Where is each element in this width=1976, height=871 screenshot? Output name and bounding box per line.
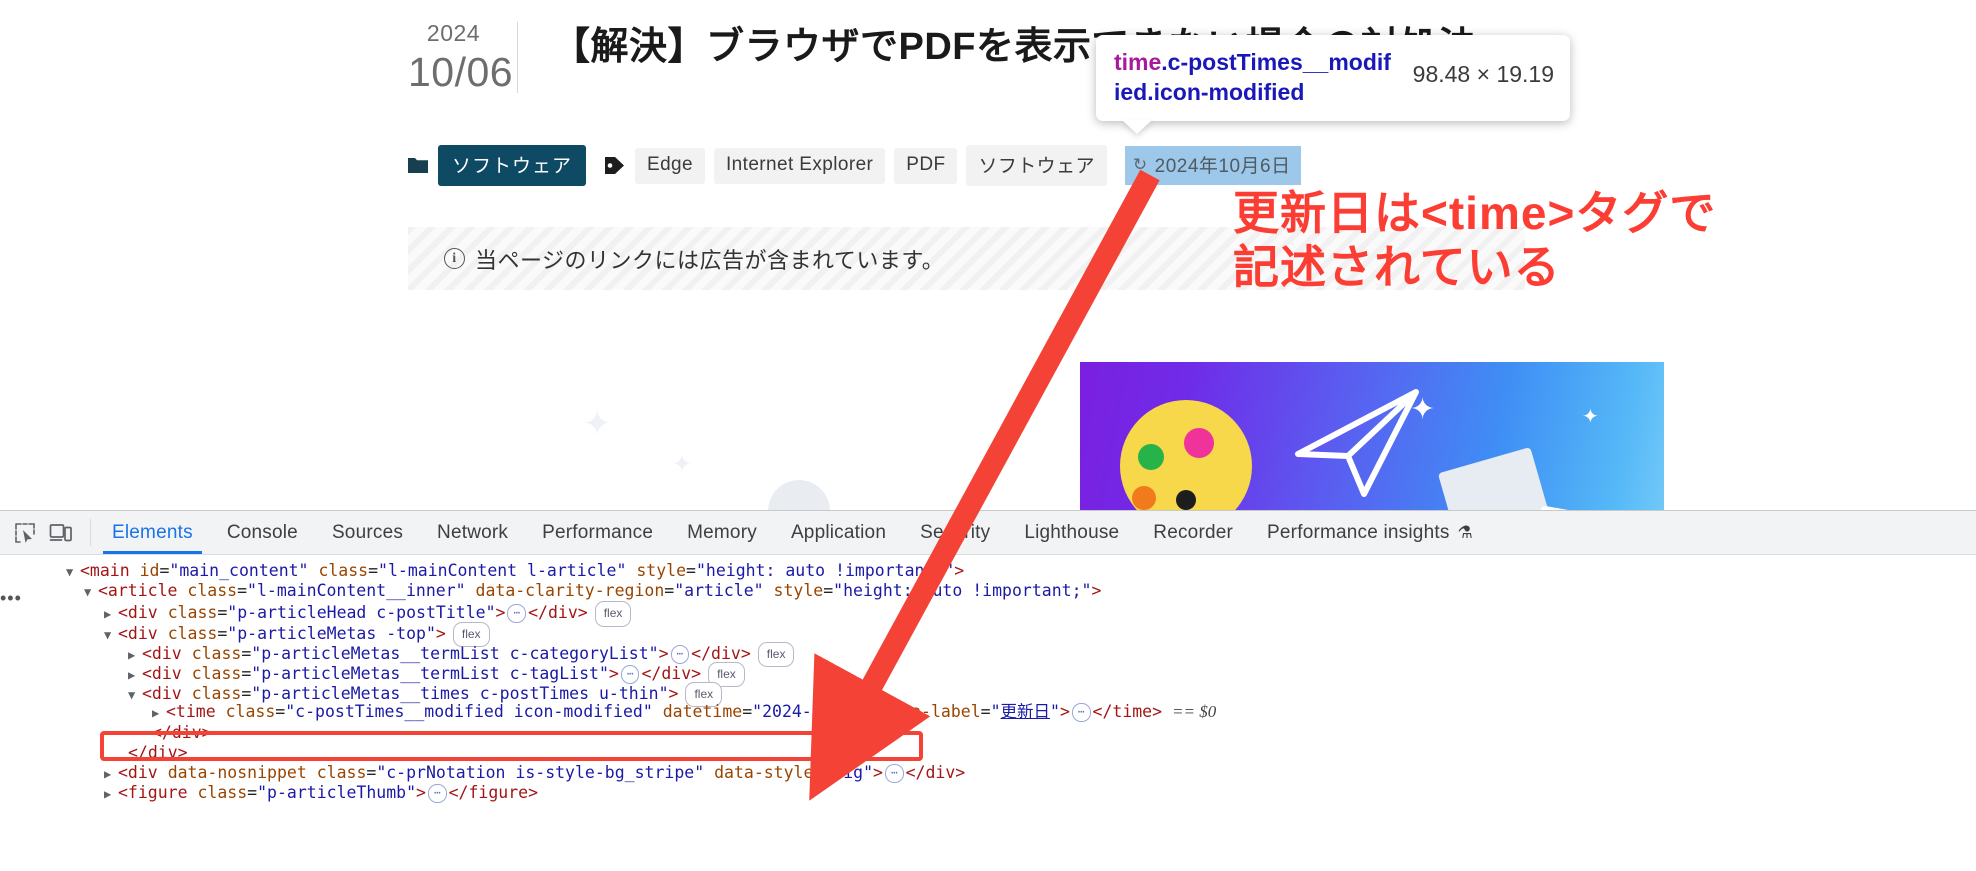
twisty-closed-icon[interactable] (104, 764, 118, 784)
date-monthday: 10/06 (408, 49, 514, 95)
category-chip[interactable]: ソフトウェア (438, 145, 587, 186)
dom-tree: <main id="main_content" class="l-mainCon… (0, 555, 1976, 804)
dom-line-figure[interactable]: <figure class="p-articleThumb">⋯</figure… (52, 783, 1976, 804)
dom-line-metas-top[interactable]: <div class="p-articleMetas -top">flex (52, 621, 1976, 647)
tag-chip-3[interactable]: ソフトウェア (966, 145, 1107, 186)
article-date: 2024 10/06 (408, 22, 518, 93)
pr-notation-text-wrap: i 当ページのリンクには広告が含まれています。 (444, 243, 944, 275)
dom-line-posttimes[interactable]: <div class="p-articleMetas__times c-post… (52, 682, 1976, 708)
tab-elements[interactable]: Elements (95, 511, 210, 554)
inspector-selector: time.c-postTimes__modified.icon-modified (1114, 47, 1395, 108)
folder-icon (408, 157, 428, 174)
devtools-tab-bar: Elements Console Sources Network Perform… (95, 511, 1490, 554)
tab-network[interactable]: Network (420, 511, 525, 554)
dom-line-article[interactable]: <article class="l-mainContent__inner" da… (52, 581, 1976, 601)
annotation-line-1: 更新日は<time>タグで (1233, 187, 1717, 239)
tab-application[interactable]: Application (774, 511, 903, 554)
dom-line-close-div-2[interactable]: </div> (52, 743, 1976, 763)
devtools-tool-buttons (0, 511, 86, 554)
dom-line-prnotation[interactable]: <div data-nosnippet class="c-prNotation … (52, 763, 1976, 783)
thumbnail-artwork: ✦ ✦ (1080, 362, 1664, 510)
info-icon: i (444, 248, 465, 269)
tag-chip-2[interactable]: PDF (894, 147, 958, 184)
twisty-closed-icon[interactable] (152, 703, 166, 723)
twisty-open-icon[interactable] (84, 582, 98, 602)
device-toolbar-icon[interactable] (46, 518, 76, 548)
paper-plane-icon (1295, 389, 1419, 497)
tab-performance-insights[interactable]: Performance insights ⚗ (1250, 511, 1490, 554)
dom-line-close-div-1[interactable]: </div> (52, 723, 1976, 743)
dom-line-taglist[interactable]: <div class="p-articleMetas__termList c-t… (52, 661, 1976, 688)
toolbar-divider (90, 519, 91, 546)
inspector-tag-name: time (1114, 49, 1162, 75)
modified-date-text: 2024年10月6日 (1154, 156, 1291, 177)
dom-attr-name: id (139, 561, 160, 580)
tag-icon (604, 156, 625, 175)
modified-time-highlighted[interactable]: ↻ 2024年10月6日 (1124, 146, 1301, 185)
dom-line-articlehead[interactable]: <div class="p-articleHead c-postTitle">⋯… (52, 601, 1976, 627)
tag-chip-0[interactable]: Edge (635, 147, 705, 184)
dom-tag: <main (80, 561, 130, 580)
selected-node-marker: == $0 (1172, 702, 1217, 722)
aria-label-value: 更新日 (1000, 702, 1051, 722)
tab-performance-insights-label: Performance insights (1267, 521, 1450, 543)
annotation-line-2: 記述されている (1233, 241, 1561, 294)
tab-recorder[interactable]: Recorder (1136, 511, 1250, 554)
ellipsis-icon[interactable]: ⋯ (620, 664, 640, 684)
article-thumbnail: ✦ ✦ ✦ ✦ (408, 362, 1928, 510)
ellipsis-icon[interactable]: ⋯ (507, 604, 527, 624)
tab-console[interactable]: Console (210, 511, 315, 554)
devtools-toolbar: Elements Console Sources Network Perform… (0, 511, 1976, 555)
flask-icon: ⚗ (1457, 522, 1473, 542)
twisty-open-icon[interactable] (66, 562, 80, 582)
tooltip-pointer (1122, 119, 1152, 134)
twisty-closed-icon[interactable] (104, 784, 118, 804)
inspect-element-icon[interactable] (10, 518, 40, 548)
dom-attr-value: "main_content" (169, 561, 309, 580)
tab-security[interactable]: Security (903, 511, 1007, 554)
dom-line-categorylist[interactable]: <div class="p-articleMetas__termList c-c… (52, 641, 1976, 667)
ellipsis-icon[interactable]: ⋯ (670, 644, 690, 664)
tab-sources[interactable]: Sources (315, 511, 420, 554)
dom-line-time-selected[interactable]: <time class="c-postTimes__modified icon-… (52, 702, 1976, 723)
tag-chip-1[interactable]: Internet Explorer (714, 147, 886, 184)
inspector-tooltip: time.c-postTimes__modified.icon-modified… (1096, 35, 1570, 134)
ellipsis-icon[interactable]: ⋯ (427, 784, 447, 804)
dom-line-main[interactable]: <main id="main_content" class="l-mainCon… (52, 561, 1976, 581)
devtools-panel: Elements Console Sources Network Perform… (0, 510, 1976, 871)
article-metas-row: ソフトウェア Edge Internet Explorer PDF ソフトウェア… (408, 145, 1301, 186)
dom-gutter-more-icon[interactable]: ••• (0, 588, 22, 609)
annotation-text: 更新日は<time>タグで 記述されている (1233, 186, 1716, 295)
tab-memory[interactable]: Memory (670, 511, 774, 554)
tab-lighthouse[interactable]: Lighthouse (1007, 511, 1136, 554)
ellipsis-icon[interactable]: ⋯ (1071, 703, 1091, 723)
tab-performance[interactable]: Performance (525, 511, 670, 554)
pr-notation-text: 当ページのリンクには広告が含まれています。 (475, 247, 945, 273)
sync-icon: ↻ (1132, 154, 1148, 174)
ellipsis-icon[interactable]: ⋯ (884, 763, 904, 783)
date-year: 2024 (426, 20, 481, 46)
inspector-size: 98.48 × 19.19 (1412, 61, 1554, 87)
